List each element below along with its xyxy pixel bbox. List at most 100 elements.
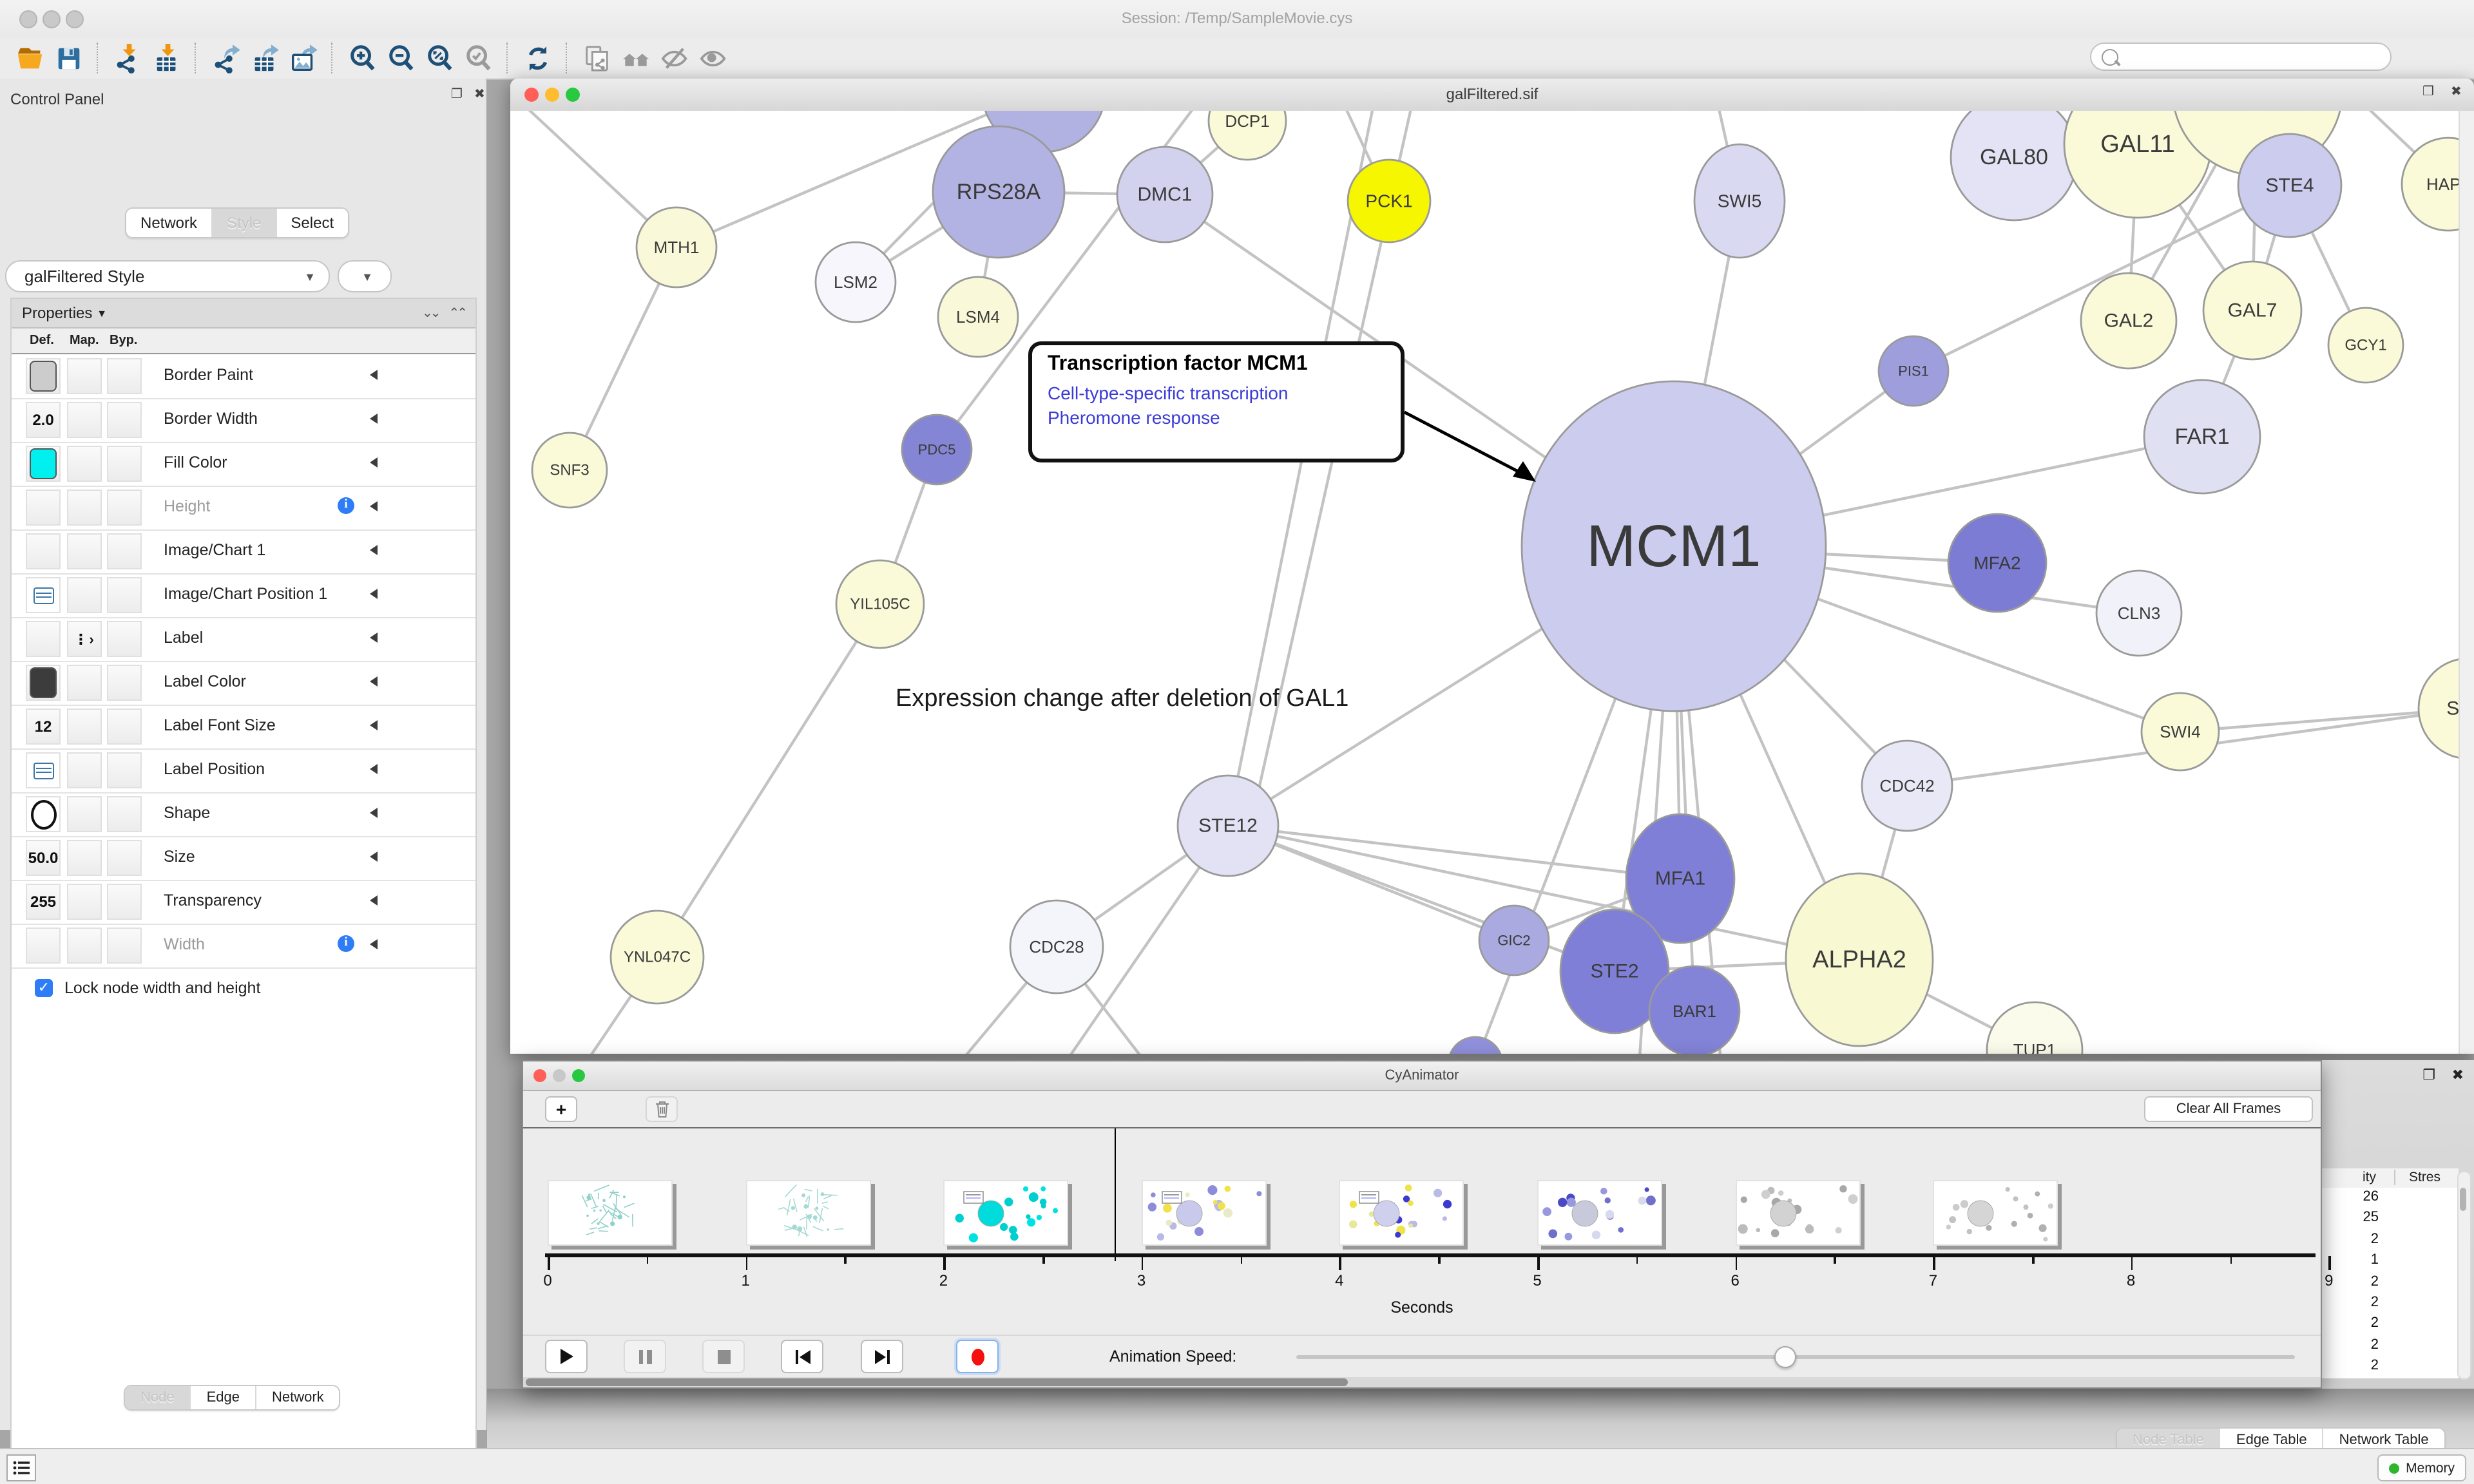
clear-all-frames-button[interactable]: Clear All Frames [2144, 1096, 2313, 1122]
network-node-yil105c[interactable]: YIL105C [836, 560, 924, 648]
search-input[interactable] [2090, 43, 2392, 71]
open-session-button[interactable] [10, 40, 49, 76]
minimize-icon[interactable] [545, 88, 559, 102]
bypass-cell[interactable] [107, 752, 142, 788]
expand-row-icon[interactable] [370, 808, 378, 818]
property-row-size[interactable]: 50.0Size [12, 836, 475, 881]
expand-row-icon[interactable] [370, 895, 378, 906]
delete-frame-button[interactable] [646, 1096, 678, 1122]
network-node-pdc5[interactable]: PDC5 [902, 415, 972, 484]
float-window-icon[interactable]: ❐ [2422, 86, 2434, 99]
network-node-tup1[interactable]: TUP1 [1987, 1002, 2082, 1054]
mapping-cell[interactable] [67, 490, 102, 526]
expand-all-icon[interactable]: ⌄⌄ [422, 306, 439, 320]
bypass-cell[interactable] [107, 928, 142, 964]
network-node-lsm4[interactable]: LSM4 [938, 277, 1018, 357]
table-row[interactable]: 2 [2322, 1272, 2459, 1293]
default-cell[interactable] [26, 928, 61, 964]
frame-thumbnail-7[interactable] [1735, 1180, 1860, 1246]
mapping-cell[interactable] [67, 533, 102, 569]
network-node-mth1[interactable]: MTH1 [637, 207, 716, 287]
stop-button[interactable] [702, 1340, 745, 1373]
mapping-cell[interactable] [67, 840, 102, 876]
zoom-icon[interactable] [566, 88, 580, 102]
bypass-cell[interactable] [107, 402, 142, 438]
style-selector[interactable]: galFiltered Style ▼ [5, 260, 330, 292]
property-row-image-chart-1[interactable]: Image/Chart 1 [12, 529, 475, 575]
table-row[interactable]: 2 [2322, 1230, 2459, 1251]
lock-size-row[interactable]: ✓ Lock node width and height [35, 979, 260, 997]
import-table-button[interactable] [147, 40, 186, 76]
mapping-cell[interactable] [67, 665, 102, 701]
mapping-cell[interactable] [67, 577, 102, 613]
tab-node[interactable]: Node [125, 1386, 190, 1409]
annotation-link-1[interactable]: Cell-type-specific transcription [1048, 381, 1385, 406]
expand-row-icon[interactable] [370, 370, 378, 380]
style-options-button[interactable]: ▼ [338, 260, 392, 292]
network-node-gal7[interactable]: GAL7 [2203, 262, 2301, 359]
default-cell[interactable]: 50.0 [26, 840, 61, 876]
bypass-cell[interactable] [107, 709, 142, 745]
export-image-button[interactable] [283, 40, 322, 76]
minimize-icon[interactable] [553, 1069, 566, 1082]
expand-row-icon[interactable] [370, 414, 378, 424]
network-node-dmc1[interactable]: DMC1 [1117, 147, 1213, 242]
zoom-icon[interactable] [572, 1069, 585, 1082]
table-row[interactable]: 1 [2322, 1251, 2459, 1272]
network-node-pis1[interactable]: PIS1 [1879, 336, 1948, 406]
table-row[interactable]: 26 [2322, 1188, 2459, 1209]
close-window-icon[interactable]: ✖ [2451, 86, 2462, 99]
bypass-cell[interactable] [107, 884, 142, 920]
mapping-cell[interactable] [67, 446, 102, 482]
network-node-gic2[interactable]: GIC2 [1479, 906, 1549, 975]
network-node-lsm2[interactable]: LSM2 [816, 242, 896, 322]
network-node-cdc28[interactable]: CDC28 [1010, 900, 1103, 993]
network-node-cln3[interactable]: CLN3 [2096, 571, 2182, 656]
frame-thumbnail-8[interactable] [1933, 1180, 2058, 1246]
expand-row-icon[interactable] [370, 457, 378, 468]
network-window-titlebar[interactable]: galFiltered.sif ❐ ✖ [510, 79, 2474, 112]
network-node-cdc42[interactable]: CDC42 [1862, 741, 1952, 831]
mapping-cell[interactable]: ⋮› [67, 621, 102, 657]
default-cell[interactable]: 2.0 [26, 402, 61, 438]
expand-row-icon[interactable] [370, 633, 378, 643]
network-node-ste12[interactable]: STE12 [1178, 775, 1278, 876]
network-edge[interactable] [657, 604, 880, 957]
timeline-playhead[interactable] [1115, 1128, 1116, 1261]
table-row[interactable]: 2 [2322, 1356, 2459, 1378]
network-node-ste4[interactable]: STE4 [2238, 134, 2341, 237]
record-button[interactable] [956, 1340, 999, 1373]
table-row[interactable]: 2 [2322, 1293, 2459, 1315]
default-cell[interactable]: 12 [26, 709, 61, 745]
property-row-label[interactable]: ⋮›Label [12, 617, 475, 662]
bypass-cell[interactable] [107, 840, 142, 876]
default-cell[interactable] [26, 665, 61, 701]
zoom-selected-button[interactable] [459, 40, 497, 76]
info-icon[interactable]: i [338, 497, 354, 514]
property-row-image-chart-position-1[interactable]: Image/Chart Position 1 [12, 573, 475, 618]
skip-to-end-button[interactable] [861, 1340, 903, 1373]
tab-network[interactable]: Network [255, 1386, 340, 1409]
default-cell[interactable] [26, 796, 61, 832]
table-row[interactable]: 2 [2322, 1335, 2459, 1356]
export-network-button[interactable] [206, 40, 245, 76]
table-row[interactable]: 2 [2322, 1315, 2459, 1336]
property-row-label-color[interactable]: Label Color [12, 661, 475, 706]
mapping-cell[interactable] [67, 884, 102, 920]
default-cell[interactable] [26, 752, 61, 788]
property-row-transparency[interactable]: 255Transparency [12, 880, 475, 925]
mapping-cell[interactable] [67, 928, 102, 964]
network-node-gal2[interactable]: GAL2 [2081, 273, 2176, 368]
default-cell[interactable] [26, 358, 61, 394]
expand-row-icon[interactable] [370, 589, 378, 599]
network-node-rps28a[interactable]: RPS28A [933, 126, 1064, 258]
network-node-snf3[interactable]: SNF3 [532, 433, 607, 508]
float-panel-icon[interactable]: ❐ [451, 89, 463, 102]
network-canvas[interactable]: DCP1PCK1RPS28ADMC1MTH1LSM2LSM4SWI5GAL80G… [510, 111, 2474, 1054]
tab-network[interactable]: Network [126, 209, 211, 237]
animation-speed-slider-thumb[interactable] [1774, 1346, 1796, 1368]
play-button[interactable] [545, 1340, 588, 1373]
bypass-cell[interactable] [107, 490, 142, 526]
table-scrollbar[interactable] [2457, 1171, 2471, 1380]
properties-header[interactable]: Properties ▼ ⌄⌄ ⌃⌃ [12, 299, 475, 328]
